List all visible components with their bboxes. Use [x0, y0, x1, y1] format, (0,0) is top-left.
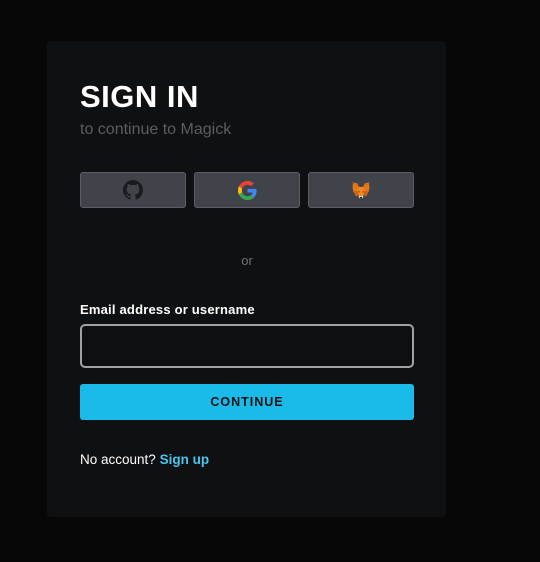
email-field-label: Email address or username — [80, 302, 255, 317]
sign-up-link[interactable]: Sign up — [160, 452, 210, 467]
page-title: SIGN IN — [80, 79, 199, 114]
continue-button[interactable]: CONTINUE — [80, 384, 414, 420]
page-subtitle: to continue to Magick — [80, 121, 232, 138]
signup-prompt: No account? Sign up — [80, 452, 209, 467]
or-divider: or — [241, 253, 253, 268]
google-login-button[interactable] — [194, 172, 300, 208]
metamask-login-button[interactable] — [308, 172, 414, 208]
github-login-button[interactable] — [80, 172, 186, 208]
metamask-fox-icon — [351, 181, 371, 200]
github-icon — [123, 180, 143, 200]
google-icon — [237, 180, 257, 200]
no-account-text: No account? — [80, 452, 156, 467]
social-login-row — [80, 172, 414, 208]
sign-in-card: SIGN IN to continue to Magick or Email a… — [47, 41, 446, 517]
email-field[interactable] — [80, 324, 414, 368]
